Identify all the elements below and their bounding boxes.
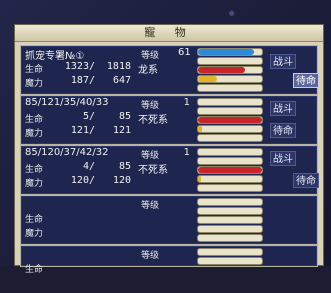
stat-bars [197, 197, 265, 243]
level-value: 1 [183, 97, 190, 108]
battle-button[interactable]: 战斗 [270, 151, 296, 166]
battle-button[interactable]: 战斗 [270, 54, 296, 69]
element-type: 龙系 [138, 65, 158, 76]
mp-current: 121/ [70, 125, 95, 136]
bar-empty [197, 248, 263, 256]
level-label: 等级 [141, 51, 160, 61]
bar-empty [197, 234, 263, 242]
mp-current: 187/ [70, 75, 95, 86]
bar-empty [197, 107, 263, 115]
level-label: 等级 [141, 201, 160, 211]
mp-bar [197, 75, 263, 83]
bar-empty [197, 198, 263, 206]
standby-button[interactable]: 待命 [293, 173, 319, 188]
standby-button[interactable]: 待命 [293, 73, 319, 88]
element-type: 不死系 [138, 165, 168, 176]
element-type: 不死系 [138, 115, 168, 126]
bar-empty [197, 134, 263, 142]
pet-slot-3[interactable]: 85/120/37/42/32 等级 1 生命 4/ 85 不死系 魔力 120… [20, 145, 319, 195]
pet-slot-5-empty[interactable]: 等级 生命 [20, 245, 318, 275]
hp-label: 生命 [25, 215, 44, 225]
mp-bar [197, 125, 263, 133]
standby-button[interactable]: 待命 [270, 123, 296, 138]
hp-label: 生命 [25, 265, 44, 275]
mp-bar [197, 175, 263, 183]
hp-current: 4/ [82, 161, 95, 172]
hp-label: 生命 [25, 165, 44, 175]
stat-bars [197, 47, 265, 93]
level-label: 等级 [141, 151, 160, 161]
level-label: 等级 [141, 101, 160, 111]
bar-empty [197, 257, 263, 265]
mp-current: 120/ [70, 175, 95, 186]
exp-bar [197, 48, 263, 56]
mp-label: 魔力 [25, 129, 44, 139]
hp-max: 85 [118, 161, 131, 172]
mp-label: 魔力 [25, 229, 44, 239]
pet-window: 寵 物 抓宠专署№① 等级 61 生命 1323/ 1818 龙系 魔力 187… [14, 24, 324, 275]
level-label: 等级 [141, 251, 160, 261]
hp-current: 1323/ [64, 61, 95, 72]
bar-empty [197, 207, 263, 215]
pet-slot-4-empty[interactable]: 等级 生命 魔力 [20, 195, 318, 245]
stat-bars [197, 147, 265, 193]
level-value: 1 [183, 147, 190, 158]
exp-bar [197, 148, 263, 156]
pet-name: 85/120/37/42/32 [25, 147, 109, 158]
bar-empty [197, 157, 263, 165]
mp-label: 魔力 [25, 79, 44, 89]
hp-bar [197, 116, 263, 124]
mp-max: 120 [112, 175, 131, 186]
pet-name: 抓宠专署№① [25, 51, 85, 62]
pet-name: 85/121/35/40/33 [25, 97, 109, 108]
mp-max: 647 [112, 75, 131, 86]
pet-slot-2[interactable]: 85/121/35/40/33 等级 1 生命 5/ 85 不死系 魔力 121… [20, 95, 318, 145]
battle-button[interactable]: 战斗 [270, 101, 296, 116]
window-title: 寵 物 [15, 25, 323, 42]
hp-max: 1818 [106, 61, 131, 72]
hp-current: 5/ [82, 111, 95, 122]
mp-max: 121 [112, 125, 131, 136]
stat-bars [197, 247, 265, 293]
bar-empty [197, 184, 263, 192]
mp-label: 魔力 [25, 179, 44, 189]
hp-bar [197, 166, 263, 174]
hp-max: 85 [118, 111, 131, 122]
bar-empty [197, 216, 263, 224]
bar-empty [197, 57, 263, 65]
pet-slot-1[interactable]: 抓宠专署№① 等级 61 生命 1323/ 1818 龙系 魔力 187/ 64… [20, 45, 319, 95]
level-value: 61 [178, 47, 191, 58]
hp-bar [197, 66, 263, 74]
exp-bar [197, 98, 263, 106]
stat-bars [197, 97, 265, 143]
bar-empty [197, 225, 263, 233]
hp-label: 生命 [25, 65, 44, 75]
hp-label: 生命 [25, 115, 44, 125]
bar-empty [197, 84, 263, 92]
